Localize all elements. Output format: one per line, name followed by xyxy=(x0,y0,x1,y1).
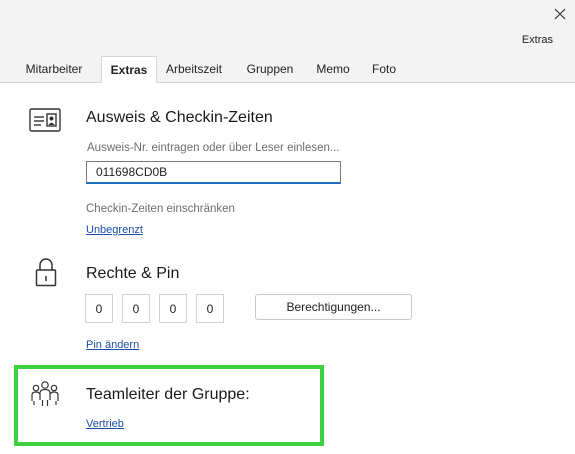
checkin-label: Checkin-Zeiten einschränken xyxy=(86,203,235,215)
window-title: Extras xyxy=(521,34,553,46)
title-bar: Extras xyxy=(0,0,575,60)
tab-foto[interactable]: Foto xyxy=(364,56,404,82)
id-card-icon xyxy=(29,108,61,132)
lock-icon xyxy=(35,258,57,287)
close-icon xyxy=(554,8,565,20)
ausweis-input-hint: Ausweis-Nr. eintragen oder über Leser ei… xyxy=(87,142,340,154)
tab-memo[interactable]: Memo xyxy=(310,56,356,82)
pin-digit-2[interactable]: 0 xyxy=(122,294,150,323)
tab-bar: Mitarbeiter Extras Arbeitszeit Gruppen M… xyxy=(0,56,575,84)
checkin-unbegrenzt-link[interactable]: Unbegrenzt xyxy=(86,224,143,236)
tab-extras[interactable]: Extras xyxy=(101,56,157,84)
ausweis-title: Ausweis & Checkin-Zeiten xyxy=(86,109,273,126)
rechte-title: Rechte & Pin xyxy=(86,265,180,282)
close-button[interactable] xyxy=(544,0,575,28)
tab-gruppen[interactable]: Gruppen xyxy=(240,56,300,82)
permissions-button[interactable]: Berechtigungen... xyxy=(255,294,412,320)
pin-digit-3[interactable]: 0 xyxy=(159,294,187,323)
pin-change-link[interactable]: Pin ändern xyxy=(86,339,139,351)
tab-mitarbeiter[interactable]: Mitarbeiter xyxy=(19,56,89,82)
pin-digit-4[interactable]: 0 xyxy=(196,294,224,323)
tab-arbeitszeit[interactable]: Arbeitszeit xyxy=(160,56,228,82)
highlight-box xyxy=(14,365,324,446)
ausweis-number-input[interactable] xyxy=(86,161,341,184)
pin-digit-1[interactable]: 0 xyxy=(85,294,113,323)
